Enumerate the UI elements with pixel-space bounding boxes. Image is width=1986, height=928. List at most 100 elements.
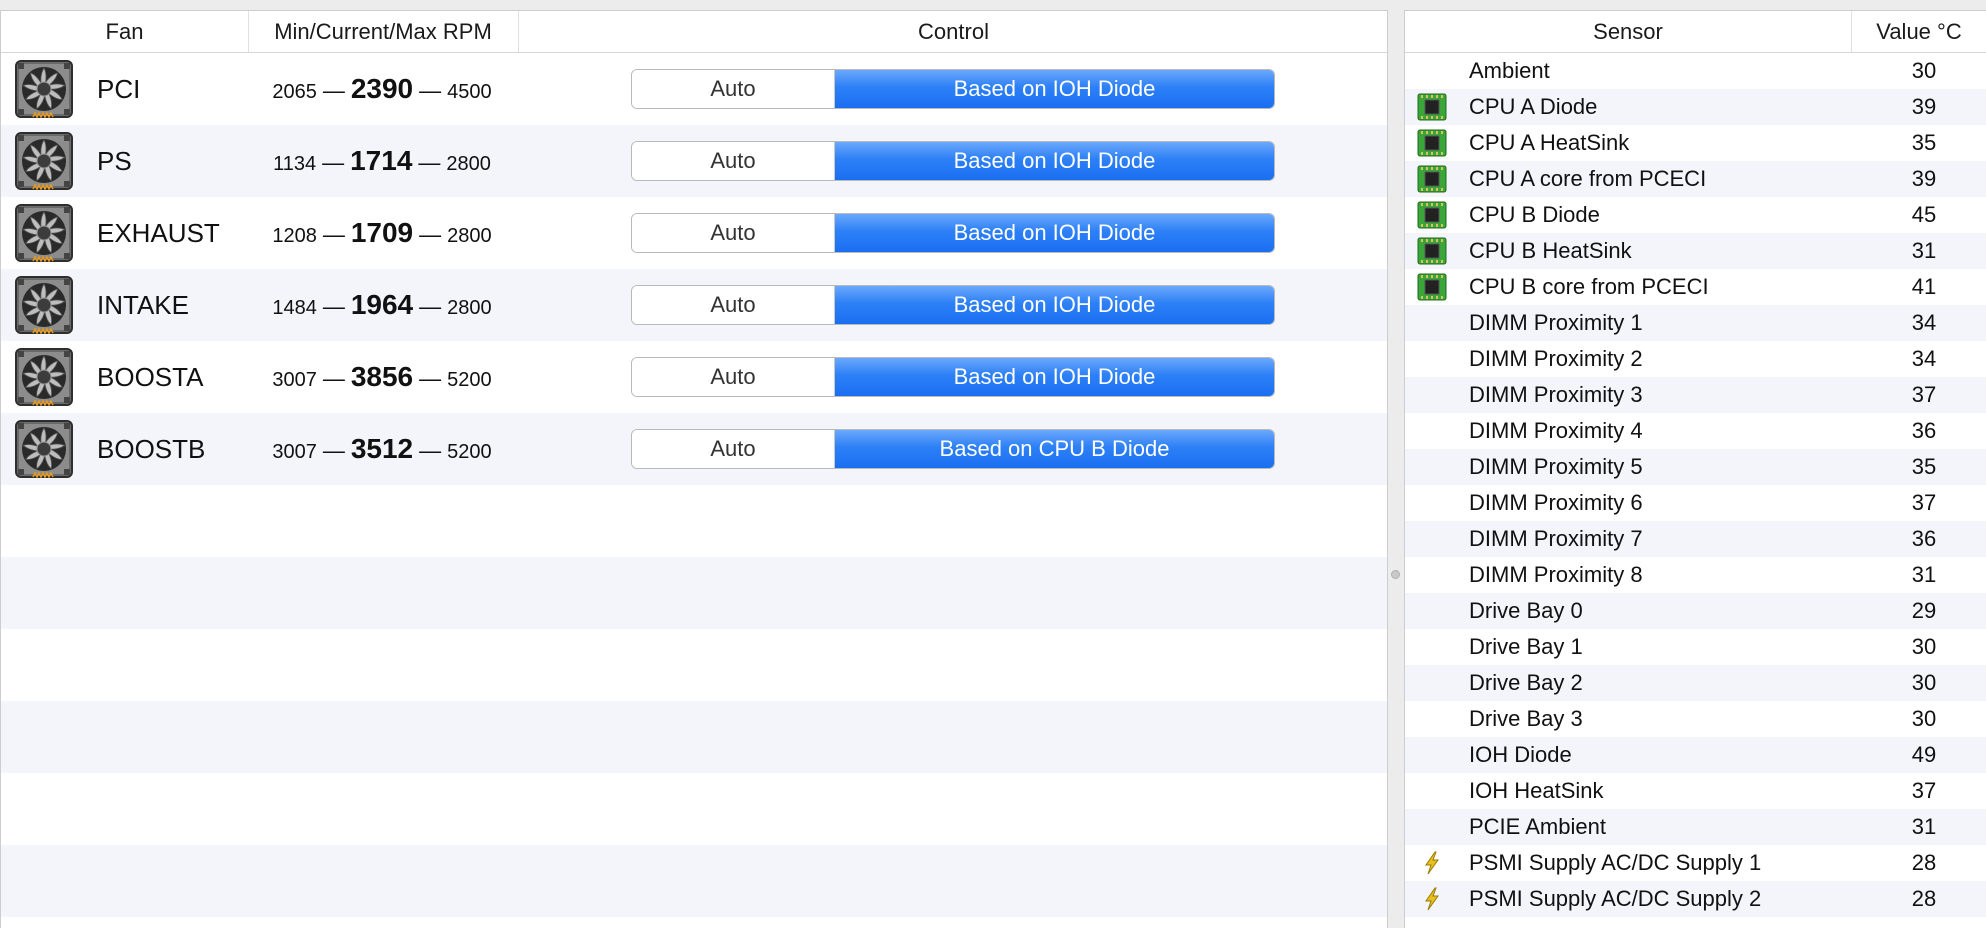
sensor-row[interactable]: CPU B Diode 45 (1405, 197, 1986, 233)
column-header-control[interactable]: Control (518, 11, 1387, 52)
sensor-value: 30 (1911, 670, 1937, 695)
sensor-row[interactable]: IOH Diode 49 (1405, 737, 1986, 773)
cpu-chip-icon (1417, 129, 1447, 157)
control-sensor-based-button[interactable]: Based on IOH Diode (835, 214, 1274, 252)
sensor-name: DIMM Proximity 4 (1469, 418, 1643, 443)
fans-table-body: PCI 2065—2390—4500 Auto Based on IOH Diode P… (1, 53, 1387, 928)
sensor-row[interactable]: CPU A core from PCECI 39 (1405, 161, 1986, 197)
sensor-value: 30 (1911, 58, 1937, 83)
sensor-row[interactable]: PCIE Ambient 31 (1405, 809, 1986, 845)
control-sensor-based-button[interactable]: Based on IOH Diode (835, 286, 1274, 324)
fan-row[interactable]: PCI 2065—2390—4500 Auto Based on IOH Diode (1, 53, 1387, 125)
sensor-row[interactable]: DIMM Proximity 7 36 (1405, 521, 1986, 557)
fans-table-header: Fan Min/Current/Max RPM Control (1, 11, 1387, 53)
column-header-rpm[interactable]: Min/Current/Max RPM (248, 11, 519, 52)
fan-current-rpm: 1709 (350, 217, 414, 248)
sensors-table-header: Sensor Value °C (1405, 11, 1986, 53)
lightning-bolt-icon (1417, 849, 1447, 877)
control-sensor-based-button[interactable]: Based on IOH Diode (835, 142, 1274, 180)
sensor-name: CPU A core from PCECI (1469, 166, 1707, 191)
cpu-chip-icon (1417, 93, 1447, 121)
control-auto-button[interactable]: Auto (632, 286, 835, 324)
sensor-value: 30 (1911, 634, 1937, 659)
sensor-name: Drive Bay 3 (1469, 706, 1583, 731)
sensor-name: CPU A Diode (1469, 94, 1598, 119)
sensors-table-body: Ambient 30 CPU A Diode 39 CPU A HeatSink 35 CP… (1405, 53, 1986, 928)
fan-rpm-readout: 1484—1964—2800 (247, 269, 517, 341)
fan-min-rpm: 3007 (272, 369, 317, 391)
fan-row[interactable]: INTAKE 1484—1964—2800 Auto Based on IOH Dio… (1, 269, 1387, 341)
fan-row[interactable]: PS 1134—1714—2800 Auto Based on IOH Diode (1, 125, 1387, 197)
sensor-row[interactable]: PSMI Supply AC/DC Supply 2 28 (1405, 881, 1986, 917)
cpu-chip-icon (1417, 237, 1447, 265)
sensor-value: 37 (1911, 490, 1937, 515)
fan-rpm-readout: 1208—1709—2800 (247, 197, 517, 269)
divider-handle[interactable] (1391, 570, 1400, 579)
sensor-row[interactable]: CPU B HeatSink 31 (1405, 233, 1986, 269)
fan-control-segmented: Auto Based on IOH Diode (631, 357, 1275, 397)
fan-control-segmented: Auto Based on IOH Diode (631, 141, 1275, 181)
sensor-name: IOH Diode (1469, 742, 1572, 767)
sensor-name: CPU B Diode (1469, 202, 1600, 227)
sensor-row[interactable]: Drive Bay 3 30 (1405, 701, 1986, 737)
sensor-row[interactable]: DIMM Proximity 1 34 (1405, 305, 1986, 341)
fan-min-rpm: 1484 (272, 297, 317, 319)
column-header-sensor[interactable]: Sensor (1405, 11, 1852, 52)
cpu-chip-icon (1417, 201, 1447, 229)
sensor-row[interactable]: DIMM Proximity 3 37 (1405, 377, 1986, 413)
fan-name: INTAKE (97, 290, 189, 320)
fan-max-rpm: 5200 (447, 441, 492, 463)
sensor-row[interactable]: CPU A HeatSink 35 (1405, 125, 1986, 161)
sensor-name: PSMI Supply AC/DC Supply 2 (1469, 886, 1762, 911)
fan-row[interactable]: EXHAUST 1208—1709—2800 Auto Based on IOH Di… (1, 197, 1387, 269)
sensor-row[interactable]: Drive Bay 1 30 (1405, 629, 1986, 665)
column-header-value[interactable]: Value °C (1851, 11, 1986, 52)
sensor-value: 34 (1911, 346, 1937, 371)
fan-name: EXHAUST (97, 218, 220, 248)
sensor-row[interactable]: DIMM Proximity 2 34 (1405, 341, 1986, 377)
sensor-name: DIMM Proximity 7 (1469, 526, 1643, 551)
sensor-row[interactable]: DIMM Proximity 8 31 (1405, 557, 1986, 593)
fan-row[interactable]: BOOSTB 3007—3512—5200 Auto Based on CPU B D… (1, 413, 1387, 485)
control-sensor-based-button[interactable]: Based on IOH Diode (835, 358, 1274, 396)
sensor-value: 39 (1911, 166, 1937, 191)
cpu-chip-icon (1417, 165, 1447, 193)
fan-name: PCI (97, 74, 141, 104)
sensor-value: 41 (1911, 274, 1937, 299)
sensor-row[interactable]: IOH HeatSink 37 (1405, 773, 1986, 809)
sensor-value: 29 (1911, 598, 1937, 623)
control-auto-button[interactable]: Auto (632, 70, 835, 108)
column-header-fan[interactable]: Fan (1, 11, 249, 52)
fan-control-segmented: Auto Based on CPU B Diode (631, 429, 1275, 469)
fan-rpm-readout: 3007—3512—5200 (247, 413, 517, 485)
sensor-row[interactable]: CPU A Diode 39 (1405, 89, 1986, 125)
cpu-chip-icon (1417, 273, 1447, 301)
control-sensor-based-button[interactable]: Based on CPU B Diode (835, 430, 1274, 468)
sensor-row[interactable]: DIMM Proximity 5 35 (1405, 449, 1986, 485)
fan-row[interactable]: BOOSTA 3007—3856—5200 Auto Based on IOH Dio… (1, 341, 1387, 413)
sensor-name: DIMM Proximity 2 (1469, 346, 1643, 371)
control-auto-button[interactable]: Auto (632, 358, 835, 396)
sensor-name: CPU A HeatSink (1469, 130, 1630, 155)
fan-min-rpm: 2065 (272, 81, 317, 103)
fan-icon (15, 420, 73, 479)
control-auto-button[interactable]: Auto (632, 430, 835, 468)
sensor-row[interactable]: Drive Bay 0 29 (1405, 593, 1986, 629)
sensor-row[interactable]: PSMI Supply AC/DC Supply 1 28 (1405, 845, 1986, 881)
sensor-value: 35 (1911, 130, 1937, 155)
sensor-row[interactable]: Drive Bay 2 30 (1405, 665, 1986, 701)
control-sensor-based-button[interactable]: Based on IOH Diode (835, 70, 1274, 108)
sensor-row[interactable]: Ambient 30 (1405, 53, 1986, 89)
sensor-row[interactable]: DIMM Proximity 4 36 (1405, 413, 1986, 449)
fan-min-rpm: 1134 (273, 153, 317, 175)
control-auto-button[interactable]: Auto (632, 142, 835, 180)
control-auto-button[interactable]: Auto (632, 214, 835, 252)
sensor-row[interactable]: DIMM Proximity 6 37 (1405, 485, 1986, 521)
rpm-separator: — (418, 150, 441, 175)
split-view-divider[interactable] (1388, 10, 1404, 928)
fan-name: BOOSTB (97, 434, 206, 464)
fan-rpm-readout: 1134—1714—2800 (247, 125, 517, 197)
sensor-row[interactable]: CPU B core from PCECI 41 (1405, 269, 1986, 305)
sensor-name: Drive Bay 2 (1469, 670, 1583, 695)
sensor-name: IOH HeatSink (1469, 778, 1604, 803)
